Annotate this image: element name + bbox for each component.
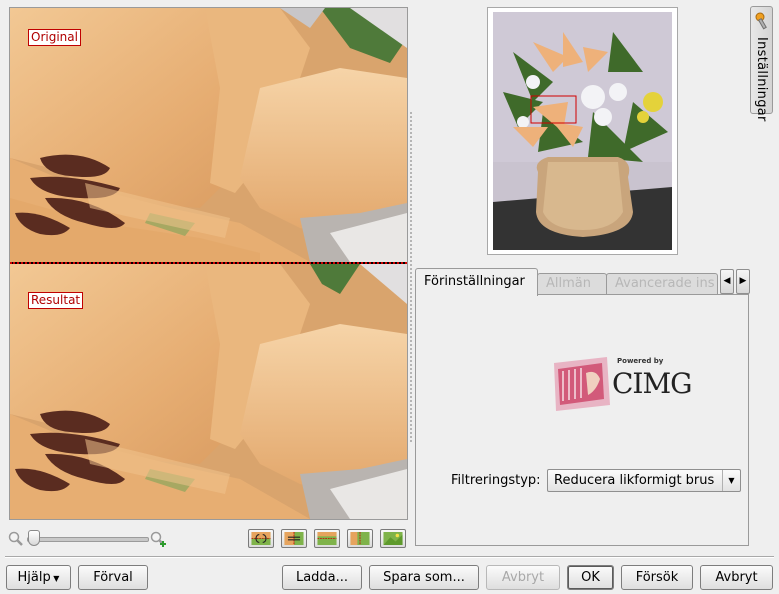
filter-type-label: Filtreringstyp: [451,473,541,488]
tab-scroll-right-button[interactable]: ▶ [736,269,750,294]
cimg-logo: Powered by CIMG [552,355,702,415]
load-button-label: Ladda... [295,570,349,585]
arrow-left-icon: ◀ [723,276,731,286]
load-button[interactable]: Ladda... [282,565,362,590]
zoom-in-icon[interactable] [150,531,166,547]
defaults-button-label: Förval [93,570,133,585]
help-button-label: Hjälp [17,570,51,585]
tab-advanced[interactable]: Avancerade ins [606,273,718,295]
zoom-slider-thumb[interactable] [28,530,40,546]
save-as-button[interactable]: Spara som... [369,565,479,590]
navigator-thumbnail[interactable] [493,12,672,250]
settings-dock-tab[interactable]: Inställningar [750,6,773,122]
zoom-out-icon[interactable] [8,531,24,547]
tab-general-label: Allmän [546,276,591,291]
duplicate-vertical-button[interactable] [347,529,373,548]
cimg-logo-text: CIMG [612,367,693,400]
tab-general[interactable]: Allmän [537,273,607,295]
original-preview: Original [10,8,407,262]
before-after-button[interactable] [380,529,406,548]
cimg-logo-image [554,357,610,411]
result-label: Resultat [28,292,84,309]
tab-advanced-label: Avancerade ins [615,276,715,291]
filter-type-select[interactable]: Reducera likformigt brus ▼ [547,469,741,492]
before-after-icon [383,532,403,545]
help-button[interactable]: Hjälp ▼ [6,565,71,590]
wrench-icon [755,12,767,30]
split-horizontal-icon [251,532,271,545]
duplicate-horizontal-button[interactable] [314,529,340,548]
retry-button[interactable]: Försök [621,565,693,590]
split-vertical-icon [284,532,304,545]
cancel-button[interactable]: Avbryt [700,565,773,590]
ok-button[interactable]: OK [567,565,614,590]
abort-button[interactable]: Avbryt [486,565,560,590]
bottom-separator [5,556,774,558]
chevron-down-icon: ▼ [722,470,740,491]
original-label: Original [28,29,81,46]
arrow-right-icon: ▶ [739,276,747,286]
tab-scroll-left-button[interactable]: ◀ [720,269,734,294]
cancel-button-label: Avbryt [715,570,758,585]
split-horizontal-button[interactable] [248,529,274,548]
duplicate-vertical-icon [350,532,370,545]
settings-tab-label: Inställningar [754,37,769,122]
retry-button-label: Försök [635,570,679,585]
save-as-button-label: Spara som... [383,570,465,585]
pane-separator[interactable] [410,112,412,442]
split-vertical-button[interactable] [281,529,307,548]
tab-presets[interactable]: Förinställningar [415,268,538,296]
defaults-button[interactable]: Förval [78,565,148,590]
zoom-slider[interactable] [27,537,149,542]
filter-type-value: Reducera likformigt brus [554,473,715,488]
duplicate-horizontal-icon [317,532,337,545]
abort-button-label: Avbryt [501,570,545,585]
preview-area[interactable]: Original Resultat [9,7,408,520]
dropdown-arrow-icon: ▼ [50,574,60,583]
powered-by-text: Powered by [617,357,664,365]
result-preview: Resultat [10,264,407,519]
ok-button-label: OK [581,570,600,585]
settings-notebook: Powered by CIMG [415,294,749,546]
tab-presets-label: Förinställningar [424,274,525,289]
